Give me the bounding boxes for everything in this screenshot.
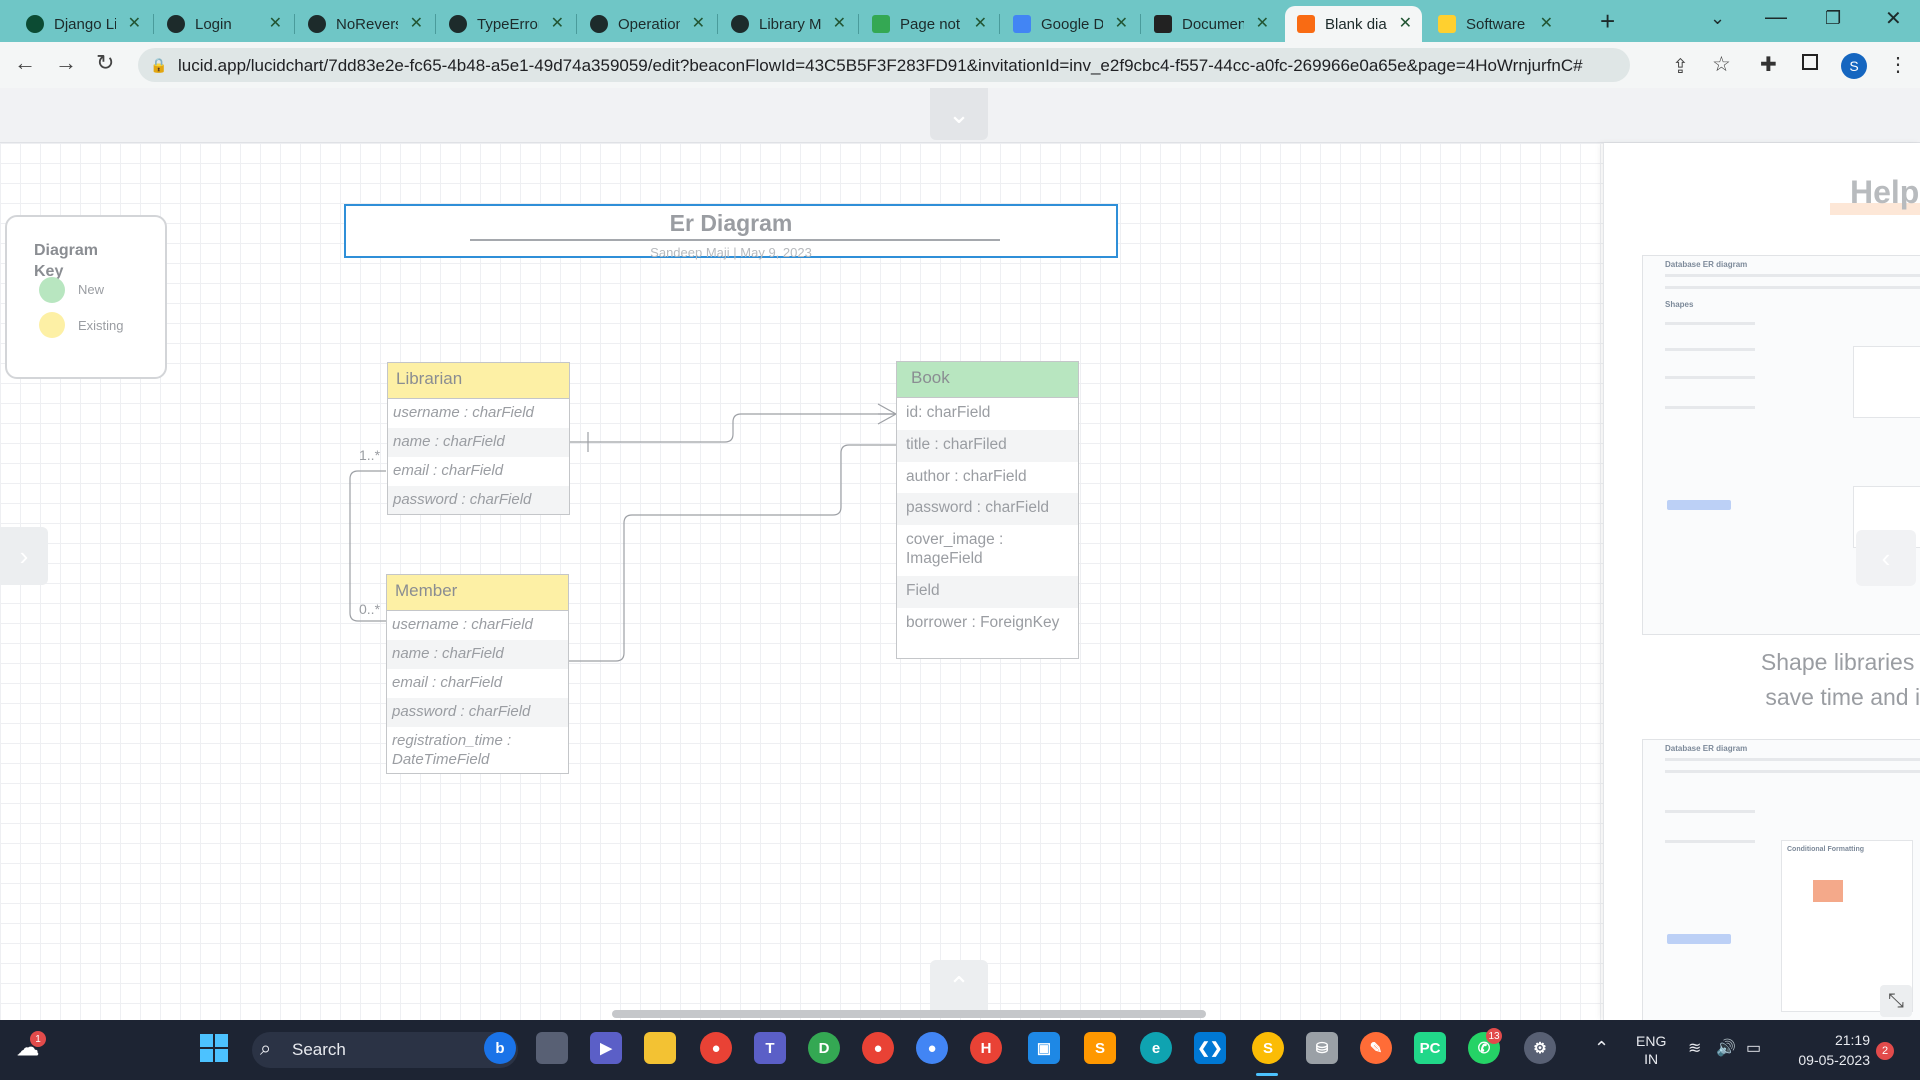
chrome-icon[interactable]: ● [700, 1032, 732, 1064]
help-description-line2: save time and illus [1765, 684, 1920, 710]
member-field: name : charField [387, 640, 568, 669]
help-description-line1: Shape libraries star [1760, 649, 1920, 675]
extensions-icon[interactable]: ✚ [1760, 52, 1777, 77]
book-field: author : charField [906, 468, 1027, 485]
chrome-active-icon[interactable]: S [1252, 1032, 1284, 1064]
settings-icon[interactable]: ⚙ [1524, 1032, 1556, 1064]
restore-icon[interactable]: ❐ [1825, 8, 1841, 29]
bookmark-star-icon[interactable]: ☆ [1712, 52, 1731, 77]
chrome-profile-h-icon[interactable]: H [970, 1032, 1002, 1064]
taskbar-search-label: Search [292, 1040, 346, 1059]
book-field: cover_image : ImageField [906, 531, 1004, 567]
volume-icon[interactable]: 🔊 [1716, 1038, 1736, 1058]
crowfoot-upper [877, 403, 897, 425]
clock-date: 09-05-2023 [1798, 1052, 1870, 1068]
wifi-icon[interactable]: ≋ [1688, 1038, 1701, 1058]
help-previous-chevron-icon[interactable]: ‹ [1856, 530, 1916, 586]
clock-time: 21:19 [1834, 1032, 1870, 1048]
member-field: registration_time : DateTimeField [392, 732, 512, 768]
pycharm-icon[interactable]: PC [1414, 1032, 1446, 1064]
postman-icon[interactable]: ✎ [1360, 1032, 1392, 1064]
librarian-field: username : charField [393, 404, 534, 421]
browser-menu-icon[interactable]: ⋮ [1888, 52, 1908, 77]
search-icon: ⌕ [260, 1038, 272, 1060]
horizontal-scrollbar[interactable] [612, 1010, 1206, 1018]
help-description: Shape libraries star save time and illus [1700, 645, 1920, 715]
screenshot-cf-title: Conditional Formatting [1787, 846, 1864, 853]
whatsapp-badge: 13 [1486, 1028, 1502, 1044]
chat-icon[interactable]: ▶ [590, 1032, 622, 1064]
librarian-member-connector [349, 470, 386, 622]
language-code: ENG [1636, 1033, 1667, 1049]
close-window-icon[interactable]: ✕ [1885, 6, 1902, 31]
battery-icon[interactable]: ▭ [1746, 1038, 1761, 1058]
chrome-profile-3-icon[interactable]: ● [916, 1032, 948, 1064]
screenshot-shape-library-button [1667, 500, 1731, 510]
screenshot-title: Database ER diagram [1665, 260, 1748, 269]
librarian-cardinality: 1..* [359, 447, 381, 463]
tray-overflow-icon[interactable]: ⌃ [1594, 1038, 1609, 1059]
member-book-connector [569, 444, 896, 662]
librarian-header: Librarian [388, 363, 569, 399]
active-app-indicator [1256, 1073, 1278, 1076]
member-field: password : charField [387, 698, 568, 727]
sublime-text-icon[interactable]: S [1084, 1032, 1116, 1064]
help-screenshot-2: Database ER diagram Conditional Formatti… [1642, 739, 1920, 1020]
member-entity[interactable]: Member username : charField name : charF… [386, 574, 569, 774]
expand-left-panel-chevron-icon[interactable]: › [0, 527, 48, 585]
teams-icon[interactable]: T [754, 1032, 786, 1064]
task-view-icon[interactable] [536, 1032, 568, 1064]
member-field: email : charField [392, 674, 503, 691]
book-header: Book [897, 362, 1078, 398]
edge-icon[interactable]: e [1140, 1032, 1172, 1064]
help-panel-title: Help [1850, 174, 1920, 210]
member-header: Member [387, 575, 568, 611]
screenshot-shape-library-button-2 [1667, 934, 1731, 944]
vscode-icon[interactable]: ❮❯ [1194, 1032, 1226, 1064]
member-field: username : charField [392, 616, 533, 633]
file-explorer-icon[interactable] [644, 1032, 676, 1064]
chrome-profile-d-icon[interactable]: D [808, 1032, 840, 1064]
start-windows-icon[interactable] [198, 1032, 230, 1064]
book-field: borrower : ForeignKey [906, 614, 1060, 631]
sidepanel-icon[interactable] [1802, 54, 1818, 70]
collapse-panel-icon[interactable]: ⤡ [1880, 985, 1912, 1017]
chrome-profile-2-icon[interactable]: ● [862, 1032, 894, 1064]
member-cardinality: 0..* [359, 601, 381, 617]
book-field: Field [897, 576, 1078, 608]
bing-icon[interactable]: b [484, 1032, 516, 1064]
book-field: password : charField [897, 493, 1078, 525]
database-icon[interactable]: ⛁ [1306, 1032, 1338, 1064]
book-field: id: charField [906, 404, 991, 421]
book-field: title : charFiled [897, 430, 1078, 462]
remote-desktop-icon[interactable]: ▣ [1028, 1032, 1060, 1064]
weather-badge: 1 [30, 1031, 46, 1047]
librarian-field: name : charField [388, 428, 569, 457]
notification-badge[interactable]: 2 [1876, 1042, 1894, 1060]
profile-avatar[interactable]: S [1841, 53, 1867, 79]
book-entity[interactable]: Book id: charField title : charFiled aut… [896, 361, 1079, 659]
screenshot-title-2: Database ER diagram [1665, 744, 1748, 753]
expand-bottom-panel-chevron-icon[interactable]: ⌃ [930, 960, 988, 1012]
connector-lines [349, 403, 897, 662]
minimize-icon[interactable]: — [1765, 4, 1787, 30]
language-indicator[interactable]: ENG IN [1636, 1032, 1666, 1068]
librarian-field: email : charField [393, 462, 504, 479]
tab-search-icon[interactable]: ⌄ [1710, 8, 1725, 29]
librarian-book-connector [570, 413, 896, 443]
clock[interactable]: 21:19 09-05-2023 [1790, 1030, 1870, 1070]
librarian-field: password : charField [388, 486, 569, 514]
screenshot-shapes-label: Shapes [1665, 300, 1694, 309]
share-icon[interactable]: ⇪ [1672, 54, 1689, 79]
region-code: IN [1644, 1051, 1659, 1067]
librarian-entity[interactable]: Librarian username : charField name : ch… [387, 362, 570, 515]
